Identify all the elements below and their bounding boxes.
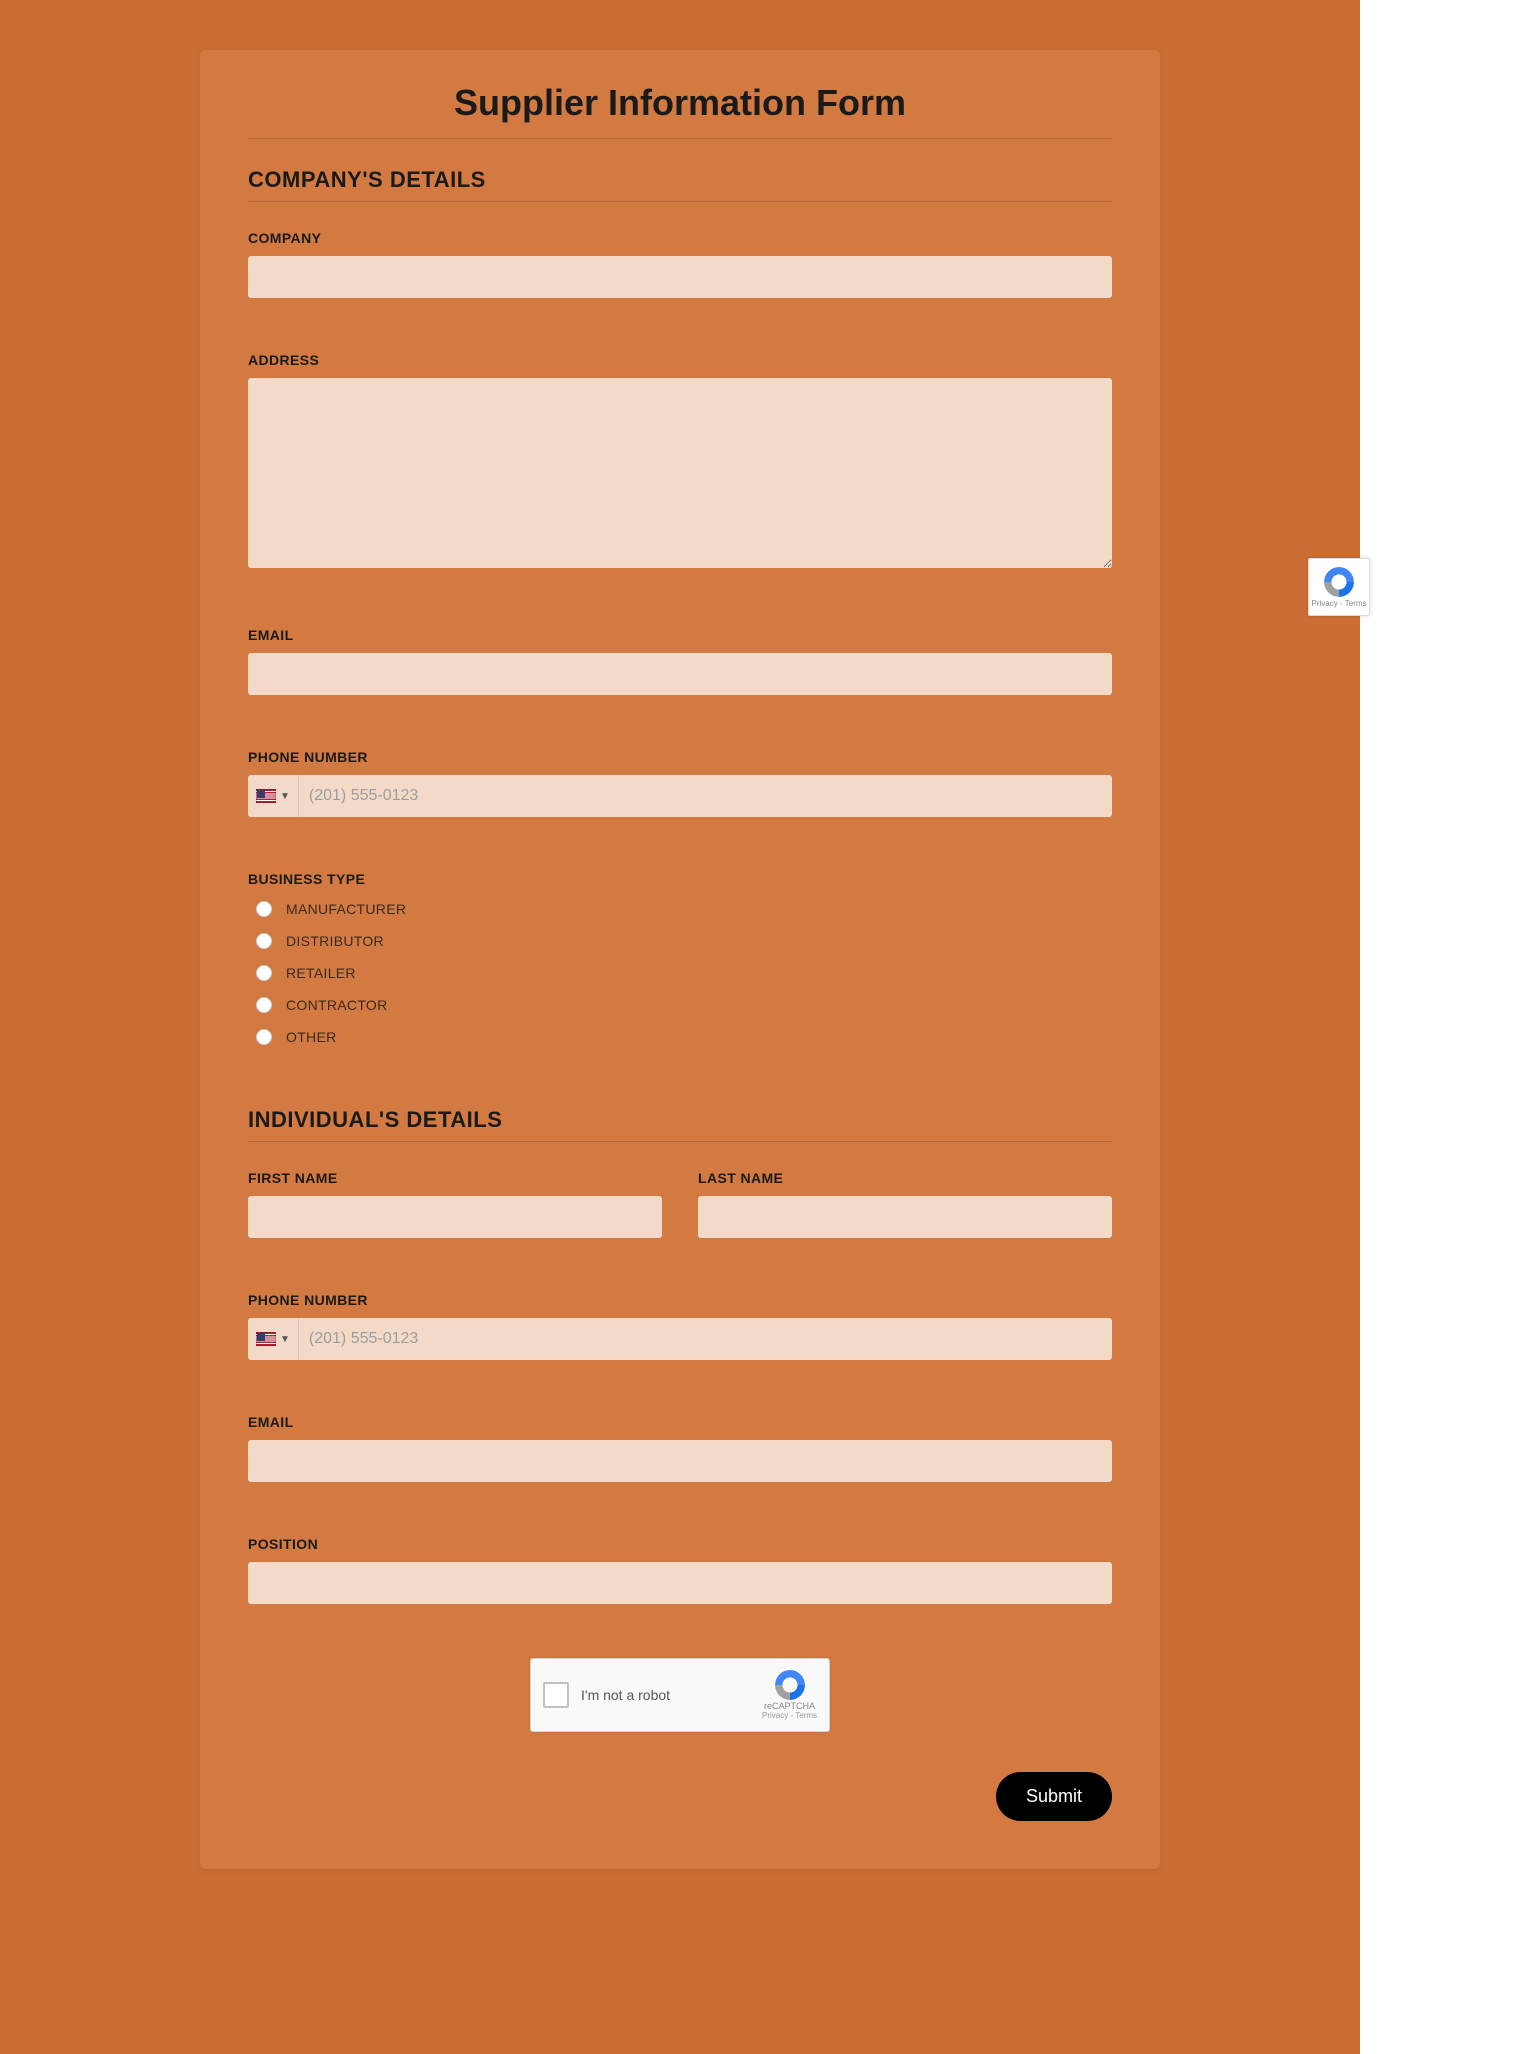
business-type-label: BUSINESS TYPE bbox=[248, 871, 1112, 887]
first-name-label: FIRST NAME bbox=[248, 1170, 662, 1186]
recaptcha-logo-icon bbox=[1324, 567, 1354, 597]
company-input[interactable] bbox=[248, 256, 1112, 298]
section-heading-individual: INDIVIDUAL'S DETAILS bbox=[248, 1107, 1112, 1142]
radio-button[interactable] bbox=[256, 1029, 272, 1045]
chevron-down-icon: ▼ bbox=[280, 1334, 290, 1345]
recaptcha-links[interactable]: Privacy - Terms bbox=[762, 1712, 817, 1721]
field-last-name: LAST NAME bbox=[698, 1170, 1112, 1238]
address-label: ADDRESS bbox=[248, 352, 1112, 368]
business-type-radio-group: MANUFACTURER DISTRIBUTOR RETAILER CONTRA… bbox=[248, 893, 1112, 1053]
recaptcha-badge-links: Privacy - Terms bbox=[1312, 599, 1367, 608]
position-input[interactable] bbox=[248, 1562, 1112, 1604]
recaptcha-floating-badge[interactable]: Privacy - Terms bbox=[1308, 558, 1370, 616]
field-position: POSITION bbox=[248, 1536, 1112, 1604]
section-heading-company: COMPANY'S DETAILS bbox=[248, 167, 1112, 202]
individual-email-input[interactable] bbox=[248, 1440, 1112, 1482]
us-flag-icon bbox=[256, 1332, 276, 1346]
form-title: Supplier Information Form bbox=[248, 82, 1112, 139]
radio-label: RETAILER bbox=[286, 965, 356, 981]
radio-label: OTHER bbox=[286, 1029, 337, 1045]
radio-row-retailer[interactable]: RETAILER bbox=[248, 957, 1112, 989]
recaptcha-brand: reCAPTCHA Privacy - Terms bbox=[762, 1670, 817, 1721]
field-first-name: FIRST NAME bbox=[248, 1170, 662, 1238]
country-code-select[interactable]: ▼ bbox=[248, 1318, 299, 1360]
company-email-label: EMAIL bbox=[248, 627, 1112, 643]
radio-row-contractor[interactable]: CONTRACTOR bbox=[248, 989, 1112, 1021]
recaptcha-text: I'm not a robot bbox=[581, 1687, 750, 1703]
field-company-phone: PHONE NUMBER ▼ bbox=[248, 749, 1112, 817]
position-label: POSITION bbox=[248, 1536, 1112, 1552]
first-name-input[interactable] bbox=[248, 1196, 662, 1238]
country-code-select[interactable]: ▼ bbox=[248, 775, 299, 817]
supplier-form-card: Supplier Information Form COMPANY'S DETA… bbox=[200, 50, 1160, 1869]
radio-label: CONTRACTOR bbox=[286, 997, 388, 1013]
company-phone-wrap: ▼ bbox=[248, 775, 1112, 817]
recaptcha-checkbox[interactable] bbox=[543, 1682, 569, 1708]
address-input[interactable] bbox=[248, 378, 1112, 568]
us-flag-icon bbox=[256, 789, 276, 803]
individual-phone-label: PHONE NUMBER bbox=[248, 1292, 1112, 1308]
field-company: COMPANY bbox=[248, 230, 1112, 298]
individual-email-label: EMAIL bbox=[248, 1414, 1112, 1430]
individual-phone-input[interactable] bbox=[299, 1318, 1112, 1360]
field-individual-email: EMAIL bbox=[248, 1414, 1112, 1482]
radio-row-manufacturer[interactable]: MANUFACTURER bbox=[248, 893, 1112, 925]
individual-phone-wrap: ▼ bbox=[248, 1318, 1112, 1360]
field-business-type: BUSINESS TYPE MANUFACTURER DISTRIBUTOR R… bbox=[248, 871, 1112, 1053]
company-label: COMPANY bbox=[248, 230, 1112, 246]
field-company-email: EMAIL bbox=[248, 627, 1112, 695]
radio-button[interactable] bbox=[256, 997, 272, 1013]
submit-button[interactable]: Submit bbox=[996, 1772, 1112, 1821]
field-individual-phone: PHONE NUMBER ▼ bbox=[248, 1292, 1112, 1360]
radio-button[interactable] bbox=[256, 901, 272, 917]
company-phone-label: PHONE NUMBER bbox=[248, 749, 1112, 765]
radio-button[interactable] bbox=[256, 933, 272, 949]
radio-row-other[interactable]: OTHER bbox=[248, 1021, 1112, 1053]
recaptcha-widget: I'm not a robot reCAPTCHA Privacy - Term… bbox=[530, 1658, 830, 1732]
recaptcha-logo-icon bbox=[775, 1670, 805, 1700]
field-address: ADDRESS bbox=[248, 352, 1112, 573]
company-email-input[interactable] bbox=[248, 653, 1112, 695]
radio-row-distributor[interactable]: DISTRIBUTOR bbox=[248, 925, 1112, 957]
chevron-down-icon: ▼ bbox=[280, 791, 290, 802]
last-name-input[interactable] bbox=[698, 1196, 1112, 1238]
company-phone-input[interactable] bbox=[299, 775, 1112, 817]
radio-label: DISTRIBUTOR bbox=[286, 933, 384, 949]
radio-label: MANUFACTURER bbox=[286, 901, 406, 917]
last-name-label: LAST NAME bbox=[698, 1170, 1112, 1186]
radio-button[interactable] bbox=[256, 965, 272, 981]
